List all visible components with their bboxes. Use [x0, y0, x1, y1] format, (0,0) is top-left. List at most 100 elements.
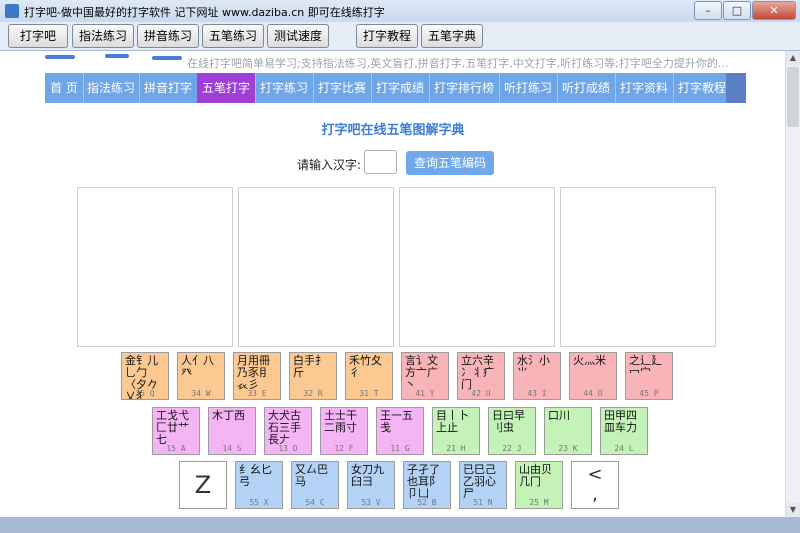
key-code: 12 F: [334, 444, 354, 453]
key-code: 45 P: [639, 389, 659, 398]
keyboard-key[interactable]: 火灬米 44 O: [569, 352, 617, 400]
nav-item[interactable]: 拼音打字: [139, 73, 198, 103]
vertical-scrollbar[interactable]: ▲ ▼: [785, 51, 800, 517]
key-code: 51 N: [473, 498, 493, 507]
key-roots: 已巳己乙羽心尸: [463, 463, 496, 500]
key-code: 14 S: [222, 444, 242, 453]
keyboard-key[interactable]: 已巳己乙羽心尸 51 N: [459, 461, 507, 509]
keyboard-key[interactable]: 子孑了也耳阝卩凵 52 B: [403, 461, 451, 509]
keyboard-key[interactable]: 立六辛冫丬疒门 42 U: [457, 352, 505, 400]
keyboard-key[interactable]: 白手扌斤 32 R: [289, 352, 337, 400]
key-roots: 日曰早刂虫: [492, 409, 525, 434]
key-code: 33 E: [247, 389, 267, 398]
key-code: 43 I: [527, 389, 547, 398]
status-bar: [0, 517, 800, 533]
nav-item[interactable]: 指法练习: [83, 73, 140, 103]
toolbar-wubi-button[interactable]: 五笔练习: [202, 24, 264, 48]
scroll-thumb[interactable]: [787, 67, 799, 127]
keyboard-key[interactable]: 田甲四皿车力 24 L: [600, 407, 648, 455]
nav-item[interactable]: 打字教程: [673, 73, 732, 103]
keyboard-key[interactable]: 纟幺匕弓 55 X: [235, 461, 283, 509]
keyboard-key[interactable]: Z: [179, 461, 227, 509]
keyboard-key[interactable]: 之辶廴冖宀 45 P: [625, 352, 673, 400]
keyboard-key[interactable]: 水氵小⺌ 43 I: [513, 352, 561, 400]
key-roots: 口川: [548, 409, 570, 422]
key-roots: 子孑了也耳阝卩凵: [407, 463, 440, 500]
key-code: 25 M: [529, 498, 549, 507]
site-nav: 首 页指法练习 拼音打字 五笔打字 打字练习 打字比赛 打字成绩 打字排行榜 听打练习 听打成绩…: [45, 73, 746, 103]
key-code: 34 W: [191, 389, 211, 398]
toolbar-pinyin-button[interactable]: 拼音练习: [137, 24, 199, 48]
key-code: 54 C: [305, 498, 325, 507]
window-controls: – □ ✕: [693, 1, 796, 20]
nav-item[interactable]: 首 页: [45, 73, 84, 103]
toolbar-speedtest-button[interactable]: 测试速度: [267, 24, 329, 48]
key-roots: 白手扌斤: [293, 354, 326, 379]
key-roots: 女刀九臼彐: [351, 463, 384, 488]
key-roots: 木丁西: [212, 409, 245, 422]
key-code: 52 B: [417, 498, 437, 507]
page-title: 打字吧在线五笔图解字典: [321, 123, 465, 138]
key-roots: 水氵小⺌: [517, 354, 550, 379]
keyboard-key[interactable]: 月用冊乃豕⺝𧘇彡 33 E: [233, 352, 281, 400]
nav-item[interactable]: 打字资料: [615, 73, 674, 103]
stroke-box-2: [238, 187, 394, 347]
key-label: Z: [194, 471, 212, 499]
key-code: 23 K: [558, 444, 578, 453]
keyboard-key[interactable]: 工戈弋匚廿艹七 15 A: [152, 407, 200, 455]
key-roots: 工戈弋匚廿艹七: [156, 409, 189, 446]
key-roots: 纟幺匕弓: [239, 463, 272, 488]
scroll-down-icon[interactable]: ▼: [786, 503, 800, 517]
query-label: 请输入汉字:: [297, 158, 362, 172]
key-roots: 目丨卜上止: [436, 409, 469, 434]
toolbar-tutorial-button[interactable]: 打字教程: [356, 24, 418, 48]
key-code: 13 D: [278, 444, 298, 453]
keyboard-key[interactable]: 金钅儿乚勹〈夕𠂊乂犭 35 Q: [121, 352, 169, 400]
keyboard-key[interactable]: 又厶巴马 54 C: [291, 461, 339, 509]
scroll-up-icon[interactable]: ▲: [786, 51, 800, 65]
key-roots: 之辶廴冖宀: [629, 354, 662, 379]
hanzi-input[interactable]: [364, 150, 397, 174]
keyboard-key[interactable]: 目丨卜上止 21 H: [432, 407, 480, 455]
key-roots: 火灬米: [573, 354, 606, 367]
maximize-button[interactable]: □: [723, 1, 751, 20]
nav-item[interactable]: 打字成绩: [371, 73, 430, 103]
keyboard-key[interactable]: 木丁西 14 S: [208, 407, 256, 455]
key-code: 15 A: [166, 444, 186, 453]
nav-item[interactable]: 打字练习: [255, 73, 314, 103]
key-code: 21 H: [446, 444, 466, 453]
close-button[interactable]: ✕: [752, 1, 796, 20]
nav-item[interactable]: 听打成绩: [557, 73, 616, 103]
keyboard-key[interactable]: < ,: [571, 461, 619, 509]
keyboard-key[interactable]: 人亻八癶 34 W: [177, 352, 225, 400]
nav-item[interactable]: 打字排行榜: [429, 73, 500, 103]
key-roots: 言讠文方亠广丶: [405, 354, 438, 391]
keyboard-key[interactable]: 山由贝几冂 25 M: [515, 461, 563, 509]
keyboard-key[interactable]: 日曰早刂虫 22 J: [488, 407, 536, 455]
keyboard-key[interactable]: 禾竹夂彳 31 T: [345, 352, 393, 400]
keyboard-key[interactable]: 土士干二雨寸 12 F: [320, 407, 368, 455]
keyboard-key[interactable]: 王一五戋 11 G: [376, 407, 424, 455]
keyboard-key[interactable]: 大犬古石三手長𠂇 13 D: [264, 407, 312, 455]
key-roots: 山由贝几冂: [519, 463, 552, 488]
toolbar-wubi-dict-button[interactable]: 五笔字典: [421, 24, 483, 48]
keyboard-key[interactable]: 女刀九臼彐 53 V: [347, 461, 395, 509]
key-label: < ,: [587, 464, 603, 505]
toolbar-fingering-button[interactable]: 指法练习: [72, 24, 134, 48]
toolbar-home-button[interactable]: 打字吧: [8, 24, 68, 48]
keyboard-key[interactable]: 口川 23 K: [544, 407, 592, 455]
nav-item[interactable]: 五笔打字: [197, 73, 256, 103]
minimize-button[interactable]: –: [694, 1, 722, 20]
nav-item[interactable]: 听打练习: [499, 73, 558, 103]
key-code: 55 X: [249, 498, 269, 507]
key-code: 35 Q: [135, 389, 155, 398]
key-roots: 又厶巴马: [295, 463, 328, 488]
nav-item[interactable]: 打字比赛: [313, 73, 372, 103]
toolbar: 打字吧 指法练习 拼音练习 五笔练习 测试速度 打字教程 五笔字典: [0, 22, 800, 51]
key-code: 24 L: [614, 444, 634, 453]
stroke-box-1: [77, 187, 233, 347]
key-roots: 禾竹夂彳: [349, 354, 382, 379]
keyboard-key[interactable]: 言讠文方亠广丶 41 Y: [401, 352, 449, 400]
query-wubi-button[interactable]: 查询五笔编码: [406, 151, 494, 175]
site-logo[interactable]: [40, 51, 190, 73]
